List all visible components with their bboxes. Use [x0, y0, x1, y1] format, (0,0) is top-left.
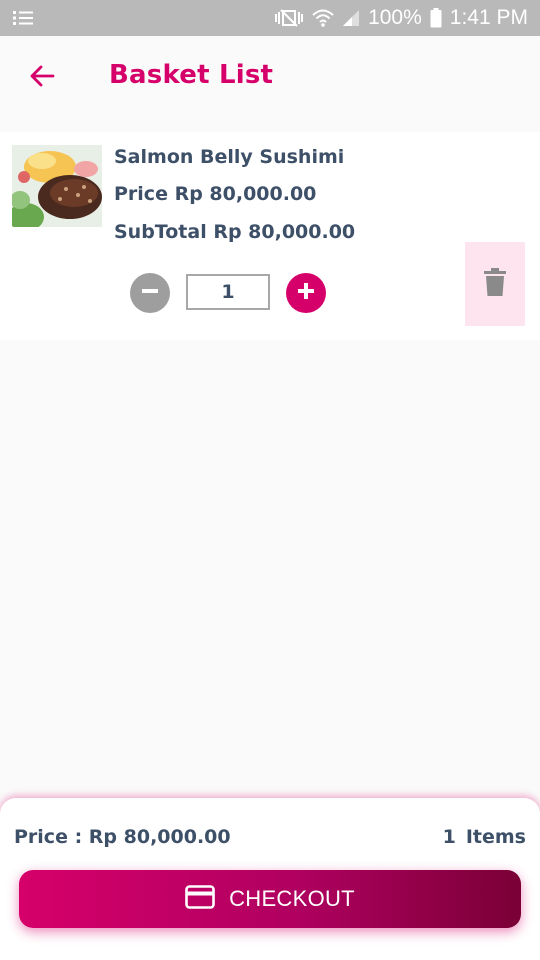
item-name: Salmon Belly Sushimi: [114, 146, 345, 168]
decrease-quantity-button[interactable]: [130, 273, 170, 313]
battery-icon: [430, 8, 442, 28]
trash-icon: [484, 268, 506, 300]
item-subtotal: SubTotal Rp 80,000.00: [114, 221, 356, 243]
page-title: Basket List: [109, 60, 274, 90]
status-bar: 100% 1:41 PM: [0, 0, 540, 36]
items-count: 1 Items: [443, 826, 526, 848]
signal-icon: [342, 9, 360, 27]
checkout-panel: Price : Rp 80,000.00 1 Items CHECKOUT: [0, 798, 540, 960]
basket-item: Salmon Belly Sushimi Price Rp 80,000.00 …: [0, 132, 540, 340]
wifi-icon: [312, 8, 334, 28]
app-bar: Basket List: [0, 36, 540, 122]
food-photo: [12, 145, 102, 235]
minus-icon: [140, 281, 160, 305]
checkout-label: CHECKOUT: [229, 886, 355, 911]
arrow-left-icon: [28, 62, 56, 94]
delete-item-button[interactable]: [465, 242, 525, 326]
battery-percent: 100%: [368, 6, 422, 29]
notification-list-icon: [12, 9, 34, 27]
item-count-number: 1: [442, 826, 456, 848]
increase-quantity-button[interactable]: [286, 273, 326, 313]
back-button[interactable]: [22, 58, 62, 98]
plus-icon: [296, 281, 316, 305]
mute-vibrate-icon: [274, 8, 304, 28]
item-price: Price Rp 80,000.00: [114, 183, 317, 205]
checkout-button[interactable]: CHECKOUT: [19, 870, 521, 928]
total-price: Price : Rp 80,000.00: [14, 826, 231, 848]
clock: 1:41 PM: [449, 6, 528, 29]
credit-card-icon: [185, 885, 215, 913]
quantity-field[interactable]: [186, 274, 270, 310]
items-label: Items: [465, 826, 526, 848]
